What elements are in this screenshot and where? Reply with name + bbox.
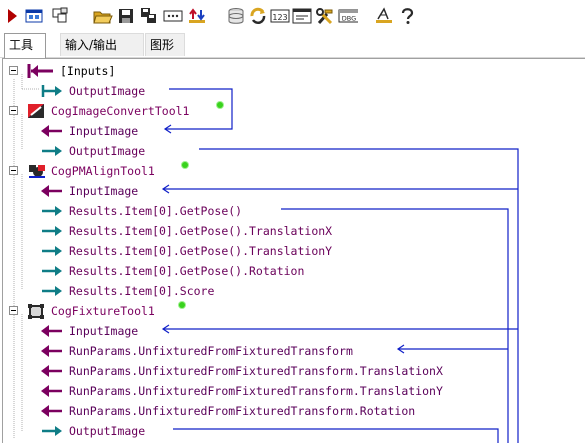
help-question-icon[interactable] bbox=[397, 6, 417, 26]
status-ok-dot bbox=[182, 162, 188, 168]
tab-graphics[interactable]: 图形 bbox=[145, 33, 185, 56]
tree-terminal[interactable]: OutputImage bbox=[3, 421, 583, 441]
input-arrow-icon bbox=[41, 405, 62, 417]
terminal-label: InputImage bbox=[69, 324, 139, 338]
tab-bar: 工具 输入/输出 图形 bbox=[0, 33, 585, 58]
form-icon[interactable] bbox=[292, 6, 312, 26]
terminal-label: Results.Item[0].GetPose().Rotation bbox=[69, 264, 305, 278]
open-folder-icon[interactable] bbox=[93, 6, 113, 26]
save-as-icon[interactable] bbox=[139, 6, 159, 26]
output-arrow-icon bbox=[42, 286, 62, 296]
collapse-toggle-icon[interactable] bbox=[9, 166, 18, 175]
tree-node-tool[interactable]: CogFixtureTool1 bbox=[3, 301, 583, 321]
output-arrow-icon bbox=[42, 146, 62, 156]
dbg-label: DBG bbox=[342, 15, 356, 23]
copy-tool-icon[interactable] bbox=[50, 6, 70, 26]
tree-terminal[interactable]: RunParams.UnfixturedFromFixturedTransfor… bbox=[3, 361, 583, 381]
input-arrow-icon bbox=[41, 185, 62, 197]
tree-terminal[interactable]: RunParams.UnfixturedFromFixturedTransfor… bbox=[3, 401, 583, 421]
tool-name-label: CogImageConvertTool1 bbox=[51, 104, 190, 118]
tree-terminal[interactable]: RunParams.UnfixturedFromFixturedTransfor… bbox=[3, 381, 583, 401]
output-arrow-icon bbox=[42, 266, 62, 276]
input-arrow-icon bbox=[41, 325, 62, 337]
collapse-toggle-icon[interactable] bbox=[9, 306, 18, 315]
tree-node-inputs[interactable]: [Inputs] bbox=[3, 61, 583, 81]
tree-terminal[interactable]: Results.Item[0].GetPose().TranslationY bbox=[3, 241, 583, 261]
tree-terminal[interactable]: Results.Item[0].GetPose().TranslationX bbox=[3, 221, 583, 241]
inputs-arrow-icon bbox=[27, 64, 53, 78]
status-ok-dot bbox=[179, 302, 185, 308]
tree-terminal[interactable]: OutputImage bbox=[3, 141, 583, 161]
terminal-dots-icon[interactable] bbox=[163, 6, 183, 26]
number-123-icon[interactable]: 123 bbox=[270, 6, 290, 26]
input-arrow-icon bbox=[41, 345, 62, 357]
tab-tools[interactable]: 工具 bbox=[4, 33, 46, 58]
terminal-label: Results.Item[0].Score bbox=[69, 284, 215, 298]
tree-terminal[interactable]: InputImage bbox=[3, 181, 583, 201]
output-arrow-icon bbox=[42, 206, 62, 216]
tool-name-label: CogPMAlignTool1 bbox=[51, 164, 155, 178]
tree-node-tool[interactable]: CogImageConvertTool1 bbox=[3, 101, 583, 121]
terminal-label: RunParams.UnfixturedFromFixturedTransfor… bbox=[69, 404, 416, 418]
output-arrow-icon bbox=[42, 426, 62, 436]
tree-terminal[interactable]: RunParams.UnfixturedFromFixturedTransfor… bbox=[3, 341, 583, 361]
tab-graphics-label: 图形 bbox=[150, 38, 175, 52]
tool-tree[interactable]: [Inputs] OutputImage CogImageConvertTool… bbox=[2, 58, 585, 443]
terminal-label: RunParams.UnfixturedFromFixturedTransfor… bbox=[69, 384, 443, 398]
pmalign-tool-icon bbox=[29, 165, 45, 178]
fixture-tool-icon bbox=[28, 304, 44, 319]
terminal-label: RunParams.UnfixturedFromFixturedTransfor… bbox=[69, 344, 353, 358]
import-export-icon[interactable] bbox=[187, 6, 207, 26]
toolbar: 123 DBG bbox=[0, 0, 585, 32]
tree-terminal[interactable]: Results.Item[0].Score bbox=[3, 281, 583, 301]
display-window-icon[interactable] bbox=[24, 6, 44, 26]
tree-terminal[interactable]: OutputImage bbox=[3, 81, 583, 101]
tree-terminal[interactable]: Results.Item[0].GetPose() bbox=[3, 201, 583, 221]
terminal-label: InputImage bbox=[69, 184, 139, 198]
number-123-label: 123 bbox=[272, 13, 287, 22]
terminal-label: Results.Item[0].GetPose().TranslationY bbox=[69, 244, 333, 258]
terminal-label: OutputImage bbox=[69, 424, 146, 438]
output-arrow-icon bbox=[42, 226, 62, 236]
tab-tools-label: 工具 bbox=[9, 38, 34, 52]
output-arrow-icon bbox=[42, 246, 62, 256]
refresh-arrows-icon[interactable] bbox=[248, 6, 268, 26]
input-arrow-icon bbox=[41, 365, 62, 377]
terminal-label: RunParams.UnfixturedFromFixturedTransfor… bbox=[69, 364, 443, 378]
tab-io-label: 输入/输出 bbox=[65, 38, 118, 52]
input-arrow-icon bbox=[41, 125, 62, 137]
terminal-label: OutputImage bbox=[69, 84, 146, 98]
dbg-icon[interactable]: DBG bbox=[338, 6, 358, 26]
tool-name-label: CogFixtureTool1 bbox=[51, 304, 155, 318]
input-arrow-icon bbox=[41, 385, 62, 397]
image-convert-tool-icon bbox=[28, 104, 44, 118]
status-ok-dot bbox=[217, 102, 223, 108]
terminal-label: Results.Item[0].GetPose().TranslationX bbox=[69, 224, 333, 238]
tree-node-tool[interactable]: CogPMAlignTool1 bbox=[3, 161, 583, 181]
terminal-label: Results.Item[0].GetPose() bbox=[69, 204, 243, 218]
inputs-group-label: [Inputs] bbox=[60, 64, 116, 78]
collapse-toggle-icon[interactable] bbox=[9, 106, 18, 115]
output-arrow-icon bbox=[41, 85, 62, 97]
collapse-toggle-icon[interactable] bbox=[9, 66, 18, 75]
run-triangle-icon[interactable] bbox=[2, 6, 22, 26]
terminal-label: OutputImage bbox=[69, 144, 146, 158]
save-disk-icon[interactable] bbox=[116, 6, 136, 26]
database-icon[interactable] bbox=[226, 6, 246, 26]
terminal-label: InputImage bbox=[69, 124, 139, 138]
tree-terminal[interactable]: InputImage bbox=[3, 321, 583, 341]
tree-terminal[interactable]: Results.Item[0].GetPose().Rotation bbox=[3, 261, 583, 281]
tree-terminal[interactable]: InputImage bbox=[3, 121, 583, 141]
tools-icon[interactable] bbox=[315, 6, 335, 26]
tab-io[interactable]: 输入/输出 bbox=[60, 33, 144, 56]
line-tool-icon[interactable] bbox=[374, 6, 394, 26]
